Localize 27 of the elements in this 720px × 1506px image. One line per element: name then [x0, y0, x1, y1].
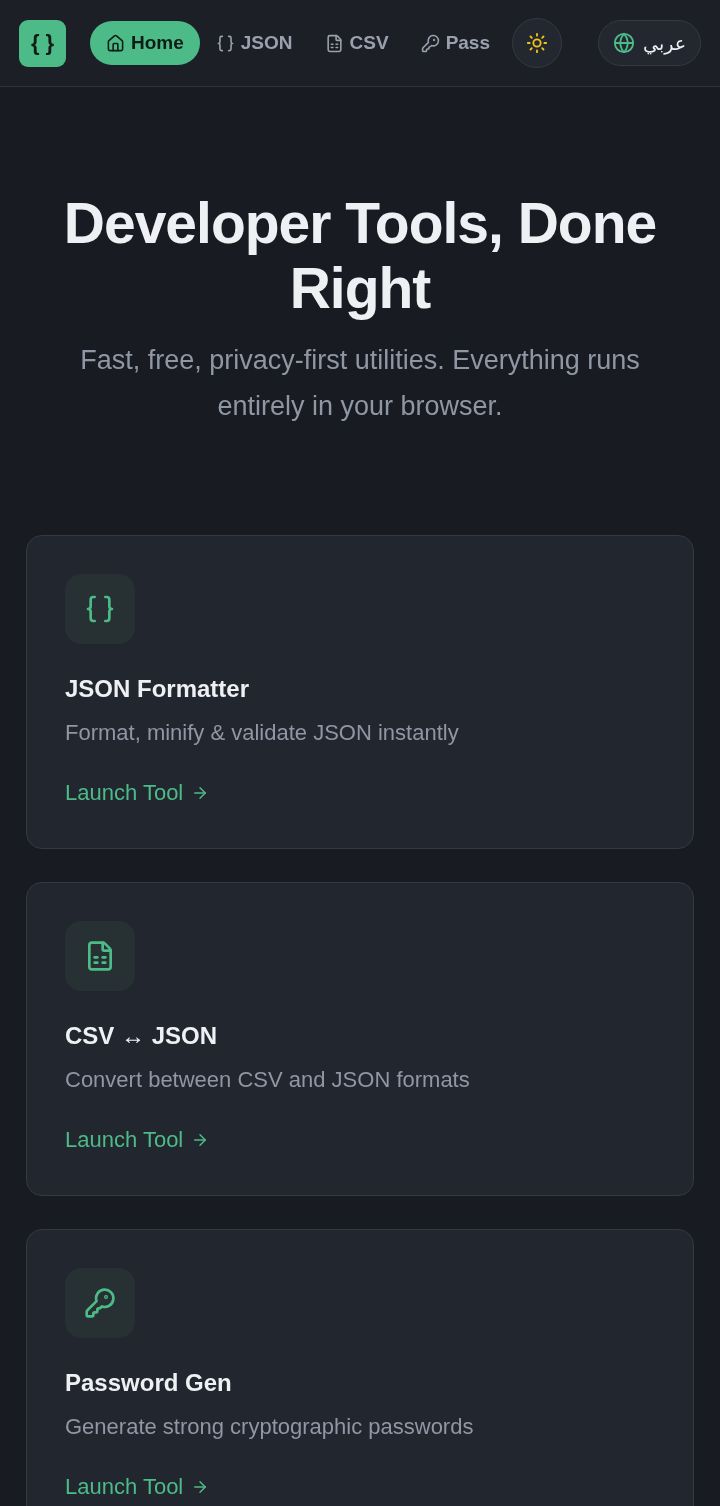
tool-description: Convert between CSV and JSON formats: [65, 1066, 470, 1094]
theme-toggle-button[interactable]: [512, 18, 562, 68]
spreadsheet-file-icon: [324, 33, 344, 53]
hero-subtitle: Fast, free, privacy-first utilities. Everything runs entirely in your browser.: [79, 344, 641, 423]
launch-tool-link[interactable]: Launch Tool: [65, 1125, 210, 1155]
tool-title: Password Gen: [65, 1368, 232, 1398]
logo[interactable]: { }: [19, 19, 66, 67]
spreadsheet-file-tile-icon: [65, 921, 135, 991]
launch-tool-link[interactable]: Launch Tool: [65, 1472, 210, 1502]
language-button[interactable]: عربي: [598, 20, 701, 66]
nav-link[interactable]: JSON: [199, 21, 309, 65]
tool-description: Generate strong cryptographic passwords: [65, 1413, 474, 1441]
nav-link[interactable]: Pass: [404, 21, 506, 65]
house-icon: [106, 33, 125, 53]
nav-link[interactable]: CSV: [308, 21, 405, 65]
tool-title: CSV ↔ JSON: [65, 1021, 218, 1051]
launch-tool-link[interactable]: Launch Tool: [65, 778, 210, 808]
key-tile-icon: [65, 1268, 135, 1338]
braces-icon: [215, 33, 235, 53]
globe-icon: [613, 32, 636, 54]
hero-title: Developer Tools, Done Right: [62, 191, 658, 321]
nav-link[interactable]: Home: [90, 21, 200, 65]
braces-tile-icon: [65, 574, 135, 644]
tool-description: Format, minify & validate JSON instantly: [65, 719, 459, 747]
key-icon: [420, 33, 440, 53]
sun-icon: [526, 32, 548, 54]
tool-title: JSON Formatter: [65, 674, 250, 704]
